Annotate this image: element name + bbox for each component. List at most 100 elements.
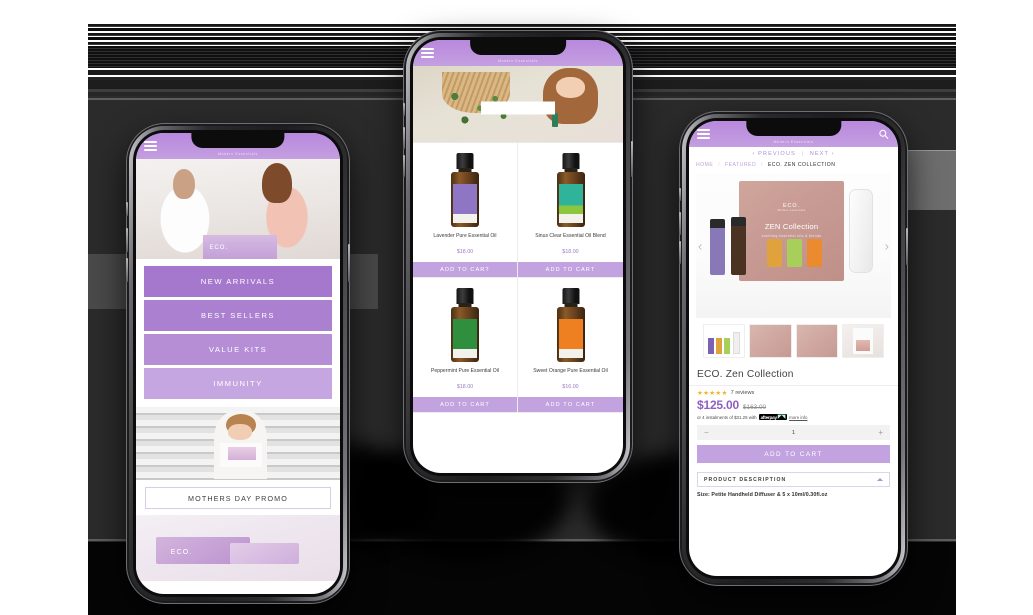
- product-card[interactable]: Sweet Orange Pure Essential Oil $16.00 A…: [518, 278, 623, 413]
- zen-box-subtitle: soothing essential oils & blends: [761, 234, 822, 238]
- zen-box-logo: ECO. Modern essentials: [739, 203, 844, 212]
- category-label: NEW ARRIVALS: [200, 277, 276, 286]
- quantity-stepper[interactable]: − 1 +: [697, 425, 890, 440]
- phone2-volume-down-button[interactable]: [403, 155, 405, 177]
- breadcrumb-home[interactable]: HOME: [696, 162, 713, 168]
- star-rating-icon: ★★★★★: [697, 390, 728, 397]
- product-price: $18.00: [562, 249, 579, 255]
- hero-giftbox-logo: ECO.: [209, 245, 229, 251]
- afterpay-more-info-link[interactable]: more info: [789, 415, 807, 420]
- add-to-cart-button[interactable]: ADD TO CART: [413, 262, 517, 277]
- product-name: Sinus Clear Essential Oil Blend: [535, 233, 606, 239]
- add-to-cart-button[interactable]: ADD TO CART: [413, 397, 517, 412]
- promo-person-face: [227, 424, 253, 440]
- phone3-screen: ECO. Modern Essentials ‹ PREVIOUS | NEXT…: [689, 121, 898, 576]
- footer-box-logo: ECO.: [170, 549, 193, 557]
- quantity-value[interactable]: 1: [792, 430, 795, 436]
- category-button-best-sellers[interactable]: BEST SELLERS: [144, 300, 332, 331]
- phone-mockup-detail: ECO. Modern Essentials ‹ PREVIOUS | NEXT…: [679, 112, 908, 585]
- original-price: $163.00: [742, 404, 767, 411]
- phone1-volume-up-button[interactable]: [126, 228, 128, 252]
- phone-mockup-listing: ECO. Modern Essentials: [403, 31, 633, 482]
- breadcrumb-featured[interactable]: FEATURED: [725, 162, 756, 168]
- breadcrumb-current: ECO. ZEN COLLECTION: [767, 162, 836, 168]
- afterpay-text: or 4 instalments of $31.25 with: [697, 414, 757, 420]
- zen-box-vials: [767, 239, 823, 267]
- product-card[interactable]: Lavender Pure Essential Oil $18.00 ADD T…: [413, 143, 518, 278]
- thumbnail[interactable]: [795, 324, 838, 358]
- footer-image-home[interactable]: ECO.: [136, 515, 340, 581]
- add-to-cart-button[interactable]: ADD TO CART: [697, 445, 890, 463]
- chevron-right-icon[interactable]: ›: [885, 238, 889, 253]
- phone3-mute-button[interactable]: [679, 188, 681, 201]
- add-to-cart-label: ADD TO CART: [545, 401, 596, 408]
- add-to-cart-label: ADD TO CART: [545, 266, 596, 273]
- phone1-notch: [191, 133, 285, 148]
- phone2-volume-up-button[interactable]: [403, 127, 405, 149]
- search-icon[interactable]: [878, 129, 889, 140]
- breadcrumb: HOME / FEATURED / ECO. ZEN COLLECTION: [689, 160, 898, 173]
- thumbnail[interactable]: [703, 324, 746, 358]
- hamburger-icon[interactable]: [421, 48, 434, 58]
- search-input[interactable]: [481, 101, 555, 115]
- add-to-cart-label: ADD TO CART: [440, 401, 490, 408]
- mothers-day-promo-button[interactable]: MOTHERS DAY PROMO: [145, 487, 331, 509]
- phone3-volume-up-button[interactable]: [679, 212, 681, 235]
- category-button-new-arrivals[interactable]: NEW ARRIVALS: [144, 266, 332, 297]
- promo-button-wrap: MOTHERS DAY PROMO: [136, 480, 340, 515]
- zen-collection-box: ECO. Modern essentials ZEN Collection so…: [738, 181, 845, 281]
- product-main-image[interactable]: ECO. Modern essentials ZEN Collection so…: [696, 173, 891, 318]
- previous-product-link[interactable]: ‹ PREVIOUS: [752, 151, 795, 157]
- category-label: BEST SELLERS: [201, 311, 275, 320]
- breadcrumb-separator: /: [718, 162, 721, 168]
- review-count: 7 reviews: [730, 390, 755, 396]
- category-label: IMMUNITY: [213, 379, 263, 388]
- thumbnail[interactable]: [749, 324, 792, 358]
- hamburger-icon[interactable]: [144, 141, 157, 151]
- next-product-link[interactable]: NEXT ›: [810, 151, 835, 157]
- model-face: [555, 76, 586, 98]
- hamburger-icon[interactable]: [697, 129, 710, 139]
- handheld-diffuser: [849, 189, 874, 273]
- add-to-cart-label: ADD TO CART: [764, 450, 823, 458]
- phone2-power-button[interactable]: [631, 141, 633, 177]
- product-card[interactable]: Peppermint Pure Essential Oil $18.00 ADD…: [413, 278, 518, 413]
- phone2-screen: ECO. Modern Essentials: [413, 40, 623, 473]
- phone3-volume-down-button[interactable]: [679, 241, 681, 264]
- footer-box-2: [229, 542, 300, 564]
- promo-banner-image[interactable]: [136, 407, 340, 480]
- zen-box-title: ZEN Collection: [764, 222, 819, 231]
- product-pager: ‹ PREVIOUS | NEXT ›: [689, 147, 898, 160]
- phone1-power-button[interactable]: [348, 244, 350, 282]
- product-bottle-image: [451, 153, 479, 227]
- phone1-screen: ECO. Modern Essentials ECO. NEW ARRIVALS…: [136, 133, 340, 594]
- chevron-left-icon[interactable]: ‹: [698, 238, 702, 253]
- add-to-cart-button[interactable]: ADD TO CART: [518, 397, 623, 412]
- rating-row[interactable]: ★★★★★ 7 reviews: [689, 386, 898, 397]
- phone1-mute-button[interactable]: [126, 202, 128, 216]
- quantity-increase-button[interactable]: +: [878, 428, 883, 437]
- phone3-power-button[interactable]: [906, 228, 908, 265]
- quantity-decrease-button[interactable]: −: [704, 428, 709, 437]
- thumbnail-strip: [696, 318, 891, 365]
- product-card[interactable]: Sinus Clear Essential Oil Blend $18.00 A…: [518, 143, 623, 278]
- hero-person-left-hair: [172, 169, 195, 199]
- phone2-mute-button[interactable]: [403, 103, 405, 116]
- hero-banner-listing[interactable]: [413, 66, 623, 142]
- product-name: Sweet Orange Pure Essential Oil: [533, 368, 608, 374]
- brand-tagline: Modern Essentials: [498, 59, 538, 64]
- promo-held-product: [227, 447, 257, 460]
- hero-banner-home[interactable]: ECO.: [136, 159, 340, 259]
- category-button-value-kits[interactable]: VALUE KITS: [144, 334, 332, 365]
- category-button-immunity[interactable]: IMMUNITY: [144, 368, 332, 399]
- thumbnail[interactable]: [841, 324, 884, 358]
- afterpay-logo: afterpay ◤◥: [758, 414, 788, 420]
- add-to-cart-label: ADD TO CART: [440, 266, 490, 273]
- current-price: $125.00: [697, 398, 739, 412]
- product-description-accordion[interactable]: PRODUCT DESCRIPTION: [697, 472, 890, 487]
- add-to-cart-button[interactable]: ADD TO CART: [518, 262, 623, 277]
- product-name: Peppermint Pure Essential Oil: [431, 368, 499, 374]
- product-bottle-image: [556, 153, 585, 227]
- price-row: $125.00 $163.00: [689, 397, 898, 412]
- phone1-volume-down-button[interactable]: [126, 258, 128, 282]
